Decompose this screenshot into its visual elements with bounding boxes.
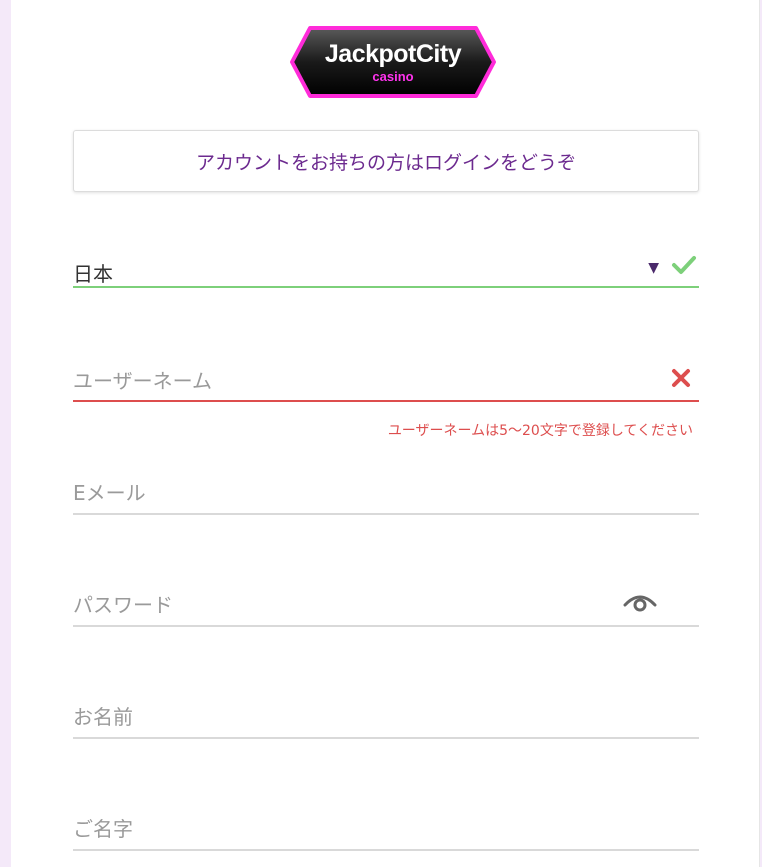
username-field[interactable]: ユーザーネーム [73, 365, 699, 405]
country-select[interactable]: 日本 ▼ [73, 256, 699, 292]
dropdown-arrow-icon[interactable]: ▼ [648, 260, 659, 276]
last-name-placeholder: ご名字 [73, 817, 133, 841]
country-underline [73, 286, 699, 288]
last-name-field[interactable]: ご名字 [73, 813, 699, 853]
password-underline [73, 625, 699, 627]
first-name-underline [73, 737, 699, 739]
password-field[interactable]: パスワード [73, 589, 699, 629]
first-name-field[interactable]: お名前 [73, 701, 699, 741]
error-x-icon [671, 368, 691, 392]
email-underline [73, 513, 699, 515]
email-placeholder: Eメール [73, 481, 146, 505]
country-value: 日本 [73, 262, 113, 286]
registration-panel: JackpotCity casino アカウントをお持ちの方はログインをどうぞ … [11, 0, 760, 867]
logo-subtext: casino [372, 69, 414, 84]
username-underline [73, 400, 699, 402]
password-placeholder: パスワード [73, 593, 173, 617]
eye-icon[interactable] [623, 591, 657, 617]
logo-text: JackpotCity [324, 40, 462, 68]
first-name-placeholder: お名前 [73, 705, 133, 729]
check-icon [671, 252, 697, 282]
username-error-message: ユーザーネームは5～20文字で登録してください [387, 423, 693, 439]
email-field[interactable]: Eメール [73, 477, 699, 517]
username-placeholder: ユーザーネーム [73, 369, 212, 393]
jackpotcity-logo: JackpotCity casino [288, 24, 498, 100]
last-name-underline [73, 849, 699, 851]
login-link-button[interactable]: アカウントをお持ちの方はログインをどうぞ [73, 130, 699, 192]
